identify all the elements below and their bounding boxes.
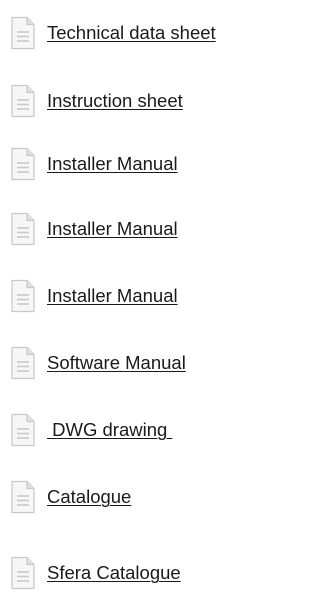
document-link[interactable]: Technical data sheet — [47, 21, 216, 45]
document-link[interactable]: Sfera Catalogue — [47, 561, 181, 585]
document-link[interactable]: Instruction sheet — [47, 89, 183, 113]
document-link[interactable]: Installer Manual — [47, 284, 178, 308]
document-link[interactable]: DWG drawing — [47, 418, 172, 442]
document-icon — [9, 84, 37, 118]
document-link[interactable]: Catalogue — [47, 485, 131, 509]
document-icon — [9, 279, 37, 313]
document-icon — [9, 480, 37, 514]
document-link[interactable]: Installer Manual — [47, 217, 178, 241]
document-icon — [9, 212, 37, 246]
document-link[interactable]: Software Manual — [47, 351, 186, 375]
document-icon — [9, 16, 37, 50]
document-icon — [9, 413, 37, 447]
document-icon — [9, 556, 37, 590]
document-icon — [9, 346, 37, 380]
document-icon — [9, 147, 37, 181]
document-link[interactable]: Installer Manual — [47, 152, 178, 176]
